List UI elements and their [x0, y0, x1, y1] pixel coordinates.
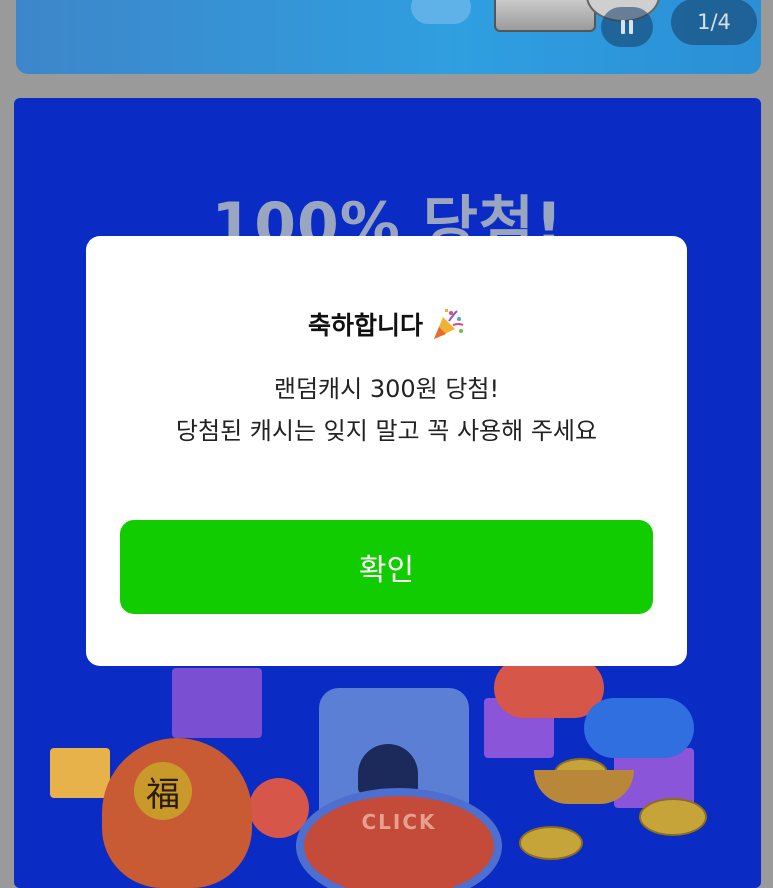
dialog-message: 랜덤캐시 300원 당첨! 당첨된 캐시는 잊지 말고 꼭 사용해 주세요: [86, 368, 687, 452]
dialog-title-row: 축하합니다: [86, 306, 687, 342]
dialog-message-line2: 당첨된 캐시는 잊지 말고 꼭 사용해 주세요: [175, 417, 598, 445]
confirm-button[interactable]: 확인: [120, 520, 653, 614]
reward-dialog: 축하합니다 랜덤캐시 300원 당첨! 당첨된 캐시는 잊지 말고 꼭 사용해 …: [86, 236, 687, 666]
dialog-title: 축하합니다: [307, 311, 423, 340]
dialog-message-line1: 랜덤캐시 300원 당첨!: [273, 375, 500, 403]
party-popper-icon: [434, 309, 464, 339]
